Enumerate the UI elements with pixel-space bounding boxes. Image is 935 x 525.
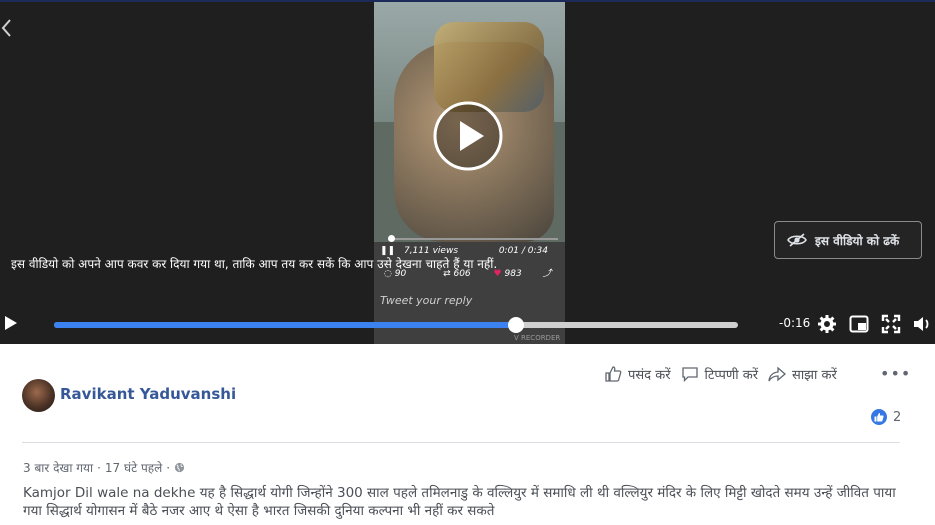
like-label: पसंद करें (628, 368, 671, 383)
cover-video-label: इस वीडियो को ढकें (815, 233, 900, 248)
eye-slash-icon (787, 233, 807, 247)
chevron-left-icon[interactable] (0, 16, 16, 40)
post-meta: 3 बार देखा गया · 17 घंटे पहले · (23, 459, 185, 476)
divider (22, 442, 900, 443)
post-time[interactable]: 17 घंटे पहले (105, 459, 162, 476)
fullscreen-icon[interactable] (881, 314, 901, 334)
like-button[interactable]: पसंद करें (604, 365, 671, 383)
reactions-summary[interactable]: 2 (871, 409, 901, 425)
play-icon[interactable] (433, 101, 503, 171)
share-arrow-icon (768, 366, 787, 382)
thumbs-up-icon (605, 366, 622, 382)
progress-bar[interactable] (54, 317, 738, 333)
more-options-icon[interactable]: ••• (880, 364, 911, 383)
share-button[interactable]: साझा करें (768, 365, 837, 383)
time-remaining: -0:16 (779, 316, 811, 330)
like-reaction-icon (871, 409, 887, 425)
volume-icon[interactable] (912, 314, 932, 334)
tweet-video-progress (388, 235, 558, 242)
pause-icon: ❚❚ (380, 246, 396, 256)
progress-fill (54, 322, 517, 328)
comment-button[interactable]: टिप्पणी करें (681, 365, 759, 383)
progress-handle[interactable] (508, 317, 525, 333)
cover-video-button[interactable]: इस वीडियो को ढकें (774, 221, 922, 259)
author-name[interactable]: Ravikant Yaduvanshi (60, 385, 236, 403)
meta-separator: · (97, 460, 101, 475)
comment-label: टिप्पणी करें (704, 368, 759, 383)
share-label: साझा करें (792, 368, 837, 383)
post-actions: पसंद करें टिप्पणी करें साझा करें (604, 363, 924, 385)
video-controls: -0:16 (0, 306, 935, 344)
reaction-count: 2 (893, 409, 902, 425)
video-player[interactable]: ❚❚ 7,111 views 0:01 / 0:34 ◌ 90 ⇄ 606 ♥ … (0, 2, 935, 344)
play-button-icon[interactable] (4, 315, 18, 331)
tweet-time: 0:01 / 0:34 (498, 246, 548, 256)
globe-icon[interactable] (174, 462, 185, 473)
frame-cloth (434, 22, 544, 112)
meta-separator-2: · (166, 460, 171, 475)
avatar[interactable] (22, 379, 55, 412)
tweet-views: 7,111 views (403, 246, 459, 256)
view-count: 3 बार देखा गया (23, 461, 94, 475)
video-cover-caption: इस वीडियो को अपने आप कवर कर दिया गया था,… (11, 257, 498, 271)
picture-in-picture-icon[interactable] (849, 314, 869, 334)
comment-icon (681, 367, 698, 383)
gear-icon[interactable] (817, 314, 837, 334)
post-description: Kamjor Dil wale na dekhe यह है सिद्धार्थ… (23, 485, 896, 519)
video-frame: ❚❚ 7,111 views 0:01 / 0:34 ◌ 90 ⇄ 606 ♥ … (374, 2, 565, 344)
